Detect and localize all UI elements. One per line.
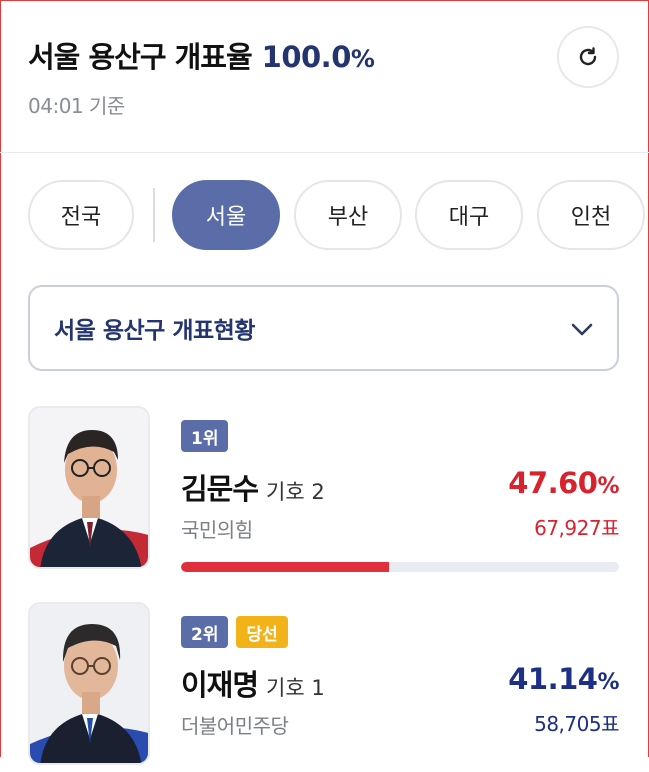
candidate-photo (28, 602, 150, 765)
rank-badge: 1위 (181, 420, 229, 452)
tab-daegu[interactable]: 대구 (415, 180, 523, 250)
winner-badge: 당선 (236, 616, 288, 648)
candidate-name: 이재명 (181, 668, 259, 702)
vote-percentage-unit: % (597, 670, 619, 695)
page-title: 서울 용산구 개표율 (28, 40, 253, 74)
tab-busan[interactable]: 부산 (294, 180, 402, 250)
candidate-portrait (30, 408, 148, 567)
rank-badge: 2위 (181, 616, 229, 648)
region-tabs: 전국 서울 부산 대구 인천 (28, 180, 649, 250)
candidate-name-line: 김문수 기호 2 (181, 466, 325, 508)
count-rate-unit: % (350, 45, 375, 73)
vote-percentage: 47.60% (508, 466, 619, 500)
badge-group: 1위 (181, 420, 229, 452)
tab-separator (153, 188, 155, 242)
refresh-icon (579, 47, 597, 66)
refresh-button[interactable] (557, 26, 619, 88)
candidate-portrait (30, 604, 148, 763)
candidate-name: 김문수 (181, 472, 259, 506)
tab-incheon[interactable]: 인천 (537, 180, 645, 250)
tab-seoul[interactable]: 서울 (172, 180, 280, 250)
chevron-down-icon (571, 323, 593, 336)
vote-percentage-value: 41.14 (508, 662, 598, 696)
vote-percentage: 41.14% (508, 662, 619, 696)
candidate-symbol-number: 기호 1 (266, 676, 325, 700)
vote-count: 58,705표 (534, 712, 619, 736)
badge-group: 2위 당선 (181, 616, 288, 648)
count-rate: 100.0% (262, 40, 375, 74)
vote-share-bar (181, 562, 619, 572)
candidate-card: 1위 김문수 기호 2 국민의힘 47.60% 67,927표 (28, 406, 619, 576)
vote-percentage-unit: % (597, 474, 619, 499)
candidate-symbol-number: 기호 2 (266, 480, 325, 504)
vote-count: 67,927표 (534, 516, 619, 540)
title-line: 서울 용산구 개표율 100.0% (28, 34, 628, 76)
vote-share-bar-fill (181, 562, 390, 572)
tab-nationwide[interactable]: 전국 (28, 180, 134, 250)
candidate-photo (28, 406, 150, 569)
candidate-party: 국민의힘 (181, 518, 253, 542)
count-rate-value: 100.0 (261, 40, 352, 74)
vote-percentage-value: 47.60 (508, 466, 598, 500)
header: 서울 용산구 개표율 100.0% 04:01 기준 (28, 34, 628, 119)
timestamp: 04:01 기준 (28, 94, 125, 118)
candidate-name-line: 이재명 기호 1 (181, 662, 325, 704)
district-select[interactable]: 서울 용산구 개표현황 (28, 285, 619, 371)
district-select-label: 서울 용산구 개표현황 (54, 318, 255, 344)
candidate-card: 2위 당선 이재명 기호 1 더불어민주당 41.14% 58,705표 (28, 602, 619, 772)
header-divider (0, 152, 649, 153)
candidate-party: 더불어민주당 (181, 714, 289, 738)
